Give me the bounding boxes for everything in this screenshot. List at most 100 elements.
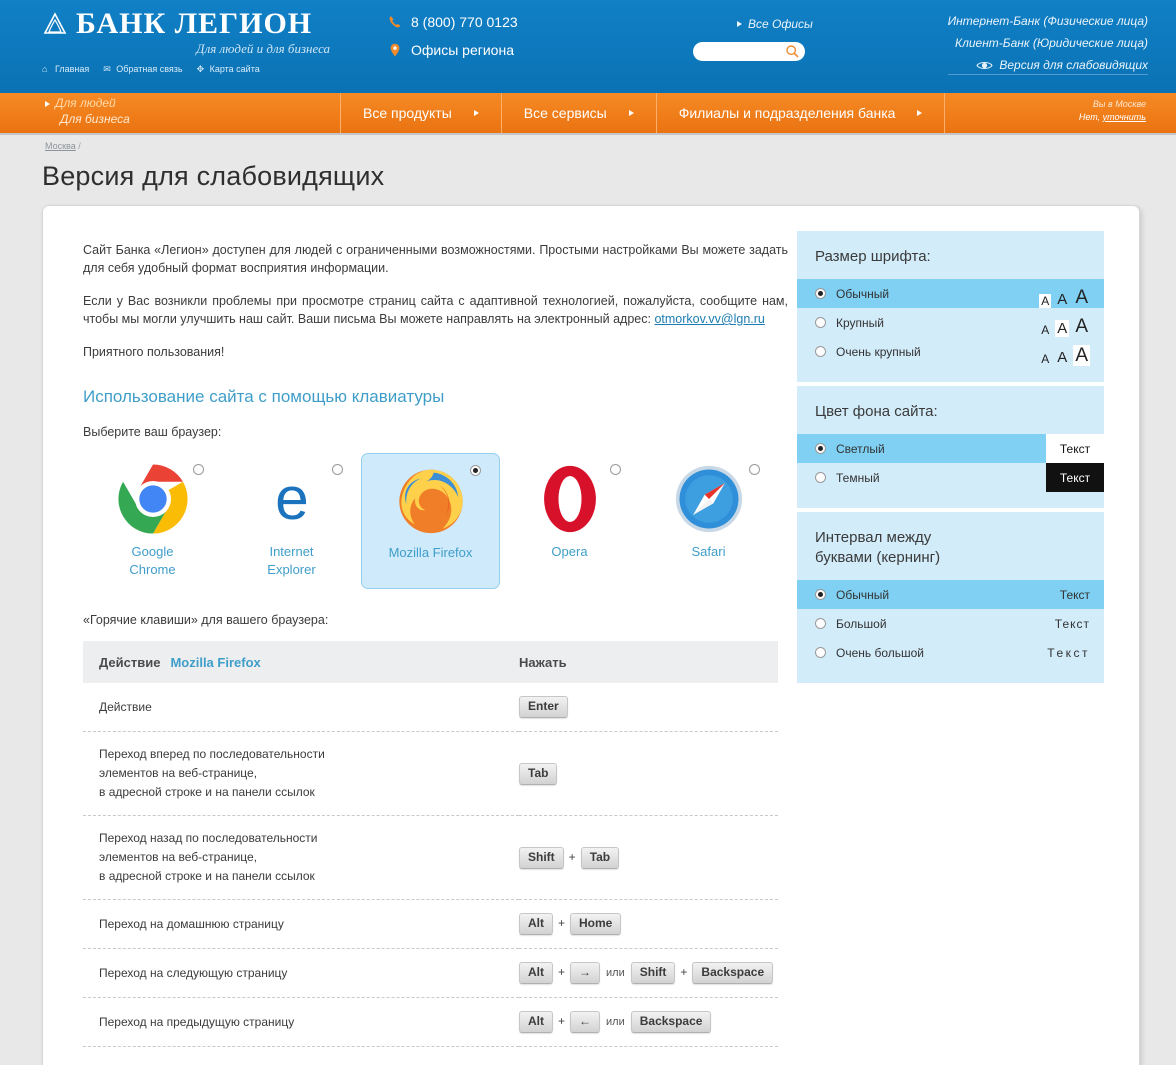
- key-plus: +: [558, 916, 566, 930]
- nav-branches-label: Филиалы и подразделения банка: [678, 105, 896, 121]
- kerning-option-large[interactable]: Большой Текст: [797, 609, 1104, 638]
- table-cell-action: Переход на домашнюю страницу: [83, 899, 519, 949]
- geo-change-link[interactable]: уточнить: [1103, 112, 1146, 122]
- kerning-radio-large[interactable]: [815, 618, 826, 629]
- key-or: или: [606, 1016, 625, 1028]
- browser-radio-safari[interactable]: [749, 464, 760, 475]
- audience-switch: Для людей Для бизнеса: [45, 95, 130, 127]
- utility-link-sitemap[interactable]: ✥ Карта сайта: [197, 64, 260, 74]
- key-cap: Backspace: [692, 962, 774, 984]
- nav-all-services-label: Все сервисы: [523, 105, 607, 121]
- browser-option-ie[interactable]: e Internet Explorer: [222, 453, 361, 589]
- phone-number: 8 (800) 770 0123: [411, 14, 518, 30]
- envelope-icon: ✉: [103, 63, 111, 74]
- audience-people-label: Для людей: [55, 96, 116, 110]
- table-cell-keys: Alt + ← или Backspace: [519, 997, 778, 1047]
- client-bank-link[interactable]: Клиент-Банк (Юридические лица): [948, 36, 1148, 50]
- triangle-right-icon: [737, 21, 742, 27]
- audience-people[interactable]: Для людей: [45, 95, 130, 111]
- key-plus: +: [558, 965, 566, 979]
- key-cap: ←: [570, 1011, 601, 1033]
- nav-all-services[interactable]: Все сервисы: [502, 93, 657, 133]
- audience-business[interactable]: Для бизнеса: [45, 111, 130, 127]
- breadcrumb-city[interactable]: Москва: [45, 141, 76, 151]
- kerning-radio-normal[interactable]: [815, 589, 826, 600]
- intro-paragraph-1: Сайт Банка «Легион» доступен для людей с…: [83, 243, 788, 275]
- key-cap: Alt: [519, 962, 553, 984]
- search-box[interactable]: [693, 42, 805, 63]
- internet-bank-link[interactable]: Интернет-Банк (Физические лица): [948, 14, 1148, 28]
- browser-label-chrome-l1: Google: [131, 544, 174, 559]
- intro-paragraph-3: Приятного пользования!: [83, 345, 225, 359]
- key-cap: Home: [570, 913, 622, 935]
- logo-block[interactable]: БАНК ЛЕГИОН Для людей и для бизнеса: [42, 8, 332, 57]
- font-size-radio-large[interactable]: [815, 317, 826, 328]
- browser-option-chrome[interactable]: Google Chrome: [83, 453, 222, 589]
- browser-option-safari[interactable]: Safari: [639, 453, 778, 589]
- table-cell-keys: Shift + Tab: [519, 815, 778, 900]
- browser-radio-opera[interactable]: [610, 464, 621, 475]
- hotkeys-table: Действие Mozilla Firefox Нажать Действие E…: [83, 641, 778, 1047]
- table-cell-keys: Tab: [519, 731, 778, 816]
- key-plus: +: [568, 849, 576, 864]
- header-contacts: 8 (800) 770 0123 Офисы региона: [388, 14, 518, 70]
- page-title: Версия для слабовидящих: [42, 161, 385, 191]
- background-sample-dark: Текст: [1046, 463, 1104, 492]
- background-radio-light[interactable]: [815, 443, 826, 454]
- phone-row: 8 (800) 770 0123: [388, 14, 518, 30]
- kerning-option-normal[interactable]: Обычный Текст: [797, 580, 1104, 609]
- search-input[interactable]: [701, 42, 783, 63]
- browser-radio-firefox[interactable]: [470, 465, 481, 476]
- sample-a-medium: A: [1055, 320, 1070, 337]
- font-size-panel: Размер шрифта: Обычный A A A Крупный A A…: [797, 231, 1104, 382]
- key-cap: Backspace: [630, 1011, 712, 1033]
- geo-change-row[interactable]: Нет, уточнить: [1079, 111, 1146, 124]
- kerning-title-l1: Интервал между: [815, 529, 932, 546]
- kerning-option-xlarge[interactable]: Очень большой Текст: [797, 638, 1104, 667]
- main-nav: Для людей Для бизнеса Все продукты Все с…: [0, 93, 1176, 135]
- browser-option-firefox[interactable]: Mozilla Firefox: [361, 453, 500, 589]
- table-header-row: Действие Mozilla Firefox Нажать: [83, 641, 778, 683]
- kerning-sample-xlarge: Текст: [1047, 645, 1090, 660]
- key-cap: Alt: [519, 913, 553, 935]
- key-plus: +: [680, 965, 688, 979]
- main-column: Сайт Банка «Легион» доступен для людей с…: [83, 241, 788, 1047]
- header-service-links: Интернет-Банк (Физические лица) Клиент-Б…: [947, 14, 1148, 83]
- browser-radio-ie[interactable]: [332, 464, 343, 475]
- utility-link-home[interactable]: ⌂ Главная: [42, 64, 89, 74]
- font-size-sample-normal: A A A: [1039, 279, 1104, 308]
- browser-radio-chrome[interactable]: [193, 464, 204, 475]
- background-radio-dark[interactable]: [815, 472, 826, 483]
- kerning-radio-xlarge[interactable]: [815, 647, 826, 658]
- kerning-label-xlarge: Очень большой: [836, 645, 925, 660]
- all-offices-link[interactable]: Все Офисы: [737, 17, 813, 31]
- font-size-title: Размер шрифта:: [815, 248, 931, 265]
- sample-a-small: A: [1041, 352, 1050, 366]
- bank-logo-icon: [43, 12, 67, 34]
- search-button[interactable]: [785, 44, 800, 59]
- browser-option-opera[interactable]: Opera: [500, 453, 639, 589]
- font-size-sample-large: A A A: [1039, 308, 1104, 337]
- utility-link-feedback[interactable]: ✉ Обратная связь: [103, 64, 182, 74]
- kerning-label-large: Большой: [836, 616, 887, 631]
- geo-detector: Вы в Москве Нет, уточнить: [1079, 98, 1146, 124]
- contact-email-link[interactable]: otmorkov.vv@lgn.ru: [654, 312, 764, 326]
- font-size-radio-xlarge[interactable]: [815, 346, 826, 357]
- nav-all-products[interactable]: Все продукты: [340, 93, 502, 133]
- nav-branches[interactable]: Филиалы и подразделения банка: [657, 93, 946, 133]
- font-size-option-large[interactable]: Крупный A A A: [797, 308, 1104, 337]
- font-size-option-normal[interactable]: Обычный A A A: [797, 279, 1104, 308]
- background-option-light[interactable]: Светлый Текст: [797, 434, 1104, 463]
- font-size-radio-normal[interactable]: [815, 288, 826, 299]
- accessibility-version-link[interactable]: Версия для слабовидящих: [947, 58, 1148, 75]
- site-header: БАНК ЛЕГИОН Для людей и для бизнеса ⌂ Гл…: [0, 0, 1176, 93]
- table-cell-action: Действие: [83, 683, 519, 732]
- offices-region-row[interactable]: Офисы региона: [388, 42, 518, 58]
- browser-label-ie-l2: Explorer: [267, 562, 316, 577]
- key-cap: Shift: [519, 846, 564, 869]
- font-size-option-xlarge[interactable]: Очень крупный A A A: [797, 337, 1104, 366]
- breadcrumb: Москва /: [0, 135, 1176, 151]
- sample-a-small: A: [1039, 294, 1052, 308]
- chevron-right-icon: [628, 110, 634, 116]
- background-option-dark[interactable]: Темный Текст: [797, 463, 1104, 492]
